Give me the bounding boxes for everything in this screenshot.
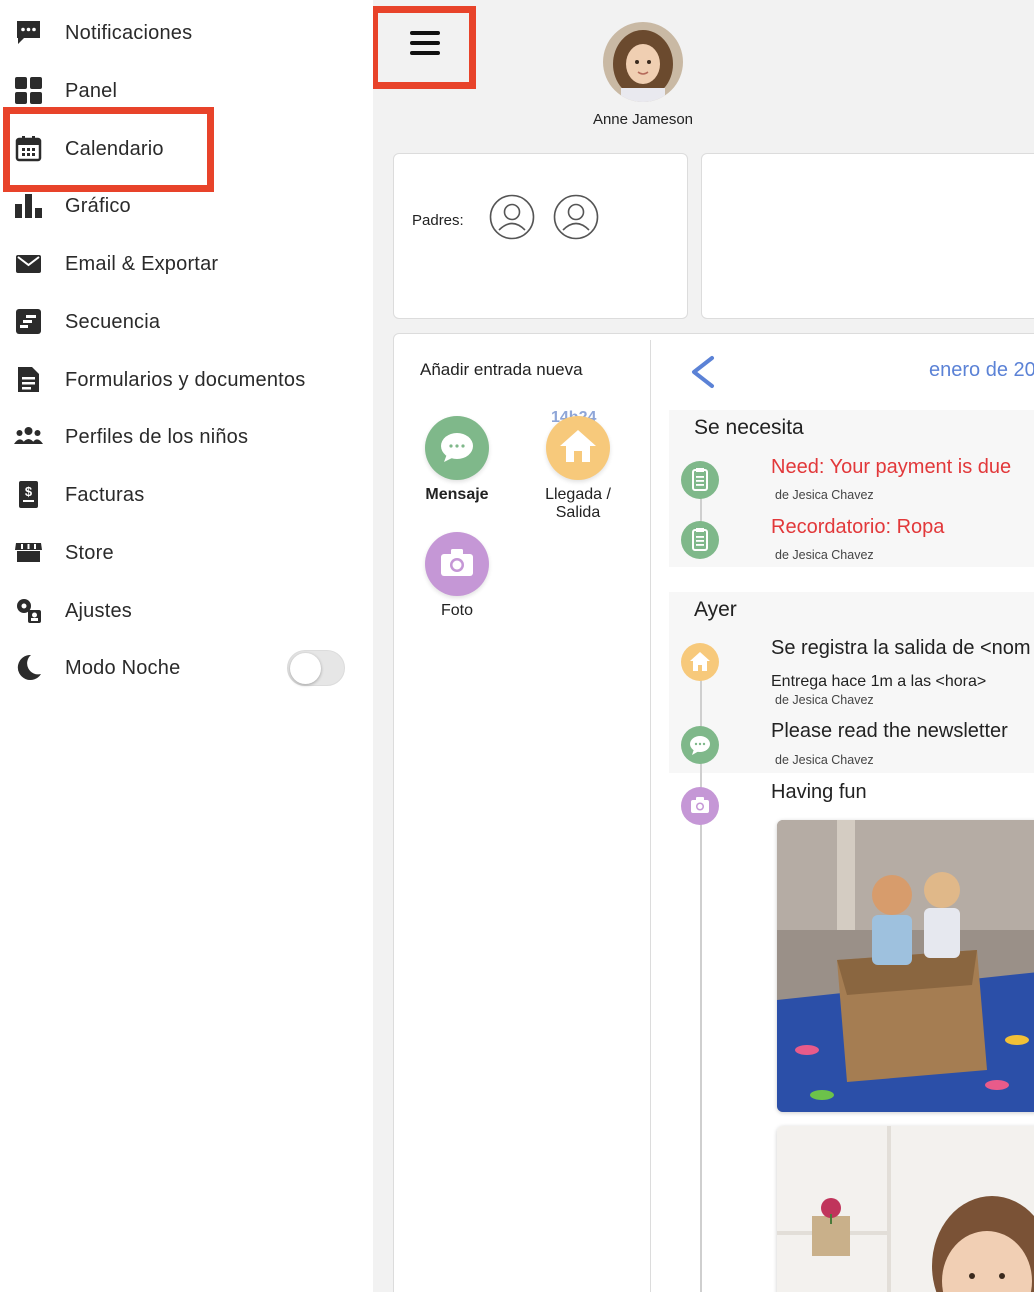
sequence-icon (16, 309, 41, 334)
sidebar-item-label: Notificaciones (65, 21, 193, 44)
sidebar: Notificaciones Panel Calendario Gráfico (0, 0, 373, 1292)
svg-text:$: $ (25, 484, 33, 499)
action-label: Llegada / Salida (545, 486, 611, 521)
entry-author: de Jesica Chavez (775, 693, 874, 707)
sidebar-item-ajustes[interactable]: Ajustes (0, 586, 373, 636)
chat-bubble-icon (17, 21, 40, 44)
dashboard-grid-icon (15, 77, 42, 104)
entry-title[interactable]: Se registra la salida de <nom (771, 637, 1031, 660)
invoice-icon: $ (19, 481, 38, 508)
section-title: Se necesita (694, 416, 804, 439)
entry-title[interactable]: Need: Your payment is due (771, 456, 1011, 479)
add-photo-button[interactable]: Foto (417, 532, 497, 620)
bar-chart-icon (15, 194, 42, 218)
sidebar-item-secuencia[interactable]: Secuencia (0, 297, 373, 347)
clipboard-icon (681, 461, 719, 499)
sidebar-item-label: Email & Exportar (65, 252, 219, 275)
house-icon (546, 416, 610, 480)
sidebar-item-store[interactable]: Store (0, 528, 373, 578)
document-icon (18, 367, 39, 392)
highlight-box-menu (373, 6, 476, 89)
action-label: Mensaje (425, 486, 489, 503)
sidebar-item-facturas[interactable]: $ Facturas (0, 470, 373, 520)
child-name: Anne Jameson (592, 111, 694, 128)
entry-title[interactable]: Recordatorio: Ropa (771, 516, 944, 539)
panel-divider (650, 340, 651, 1292)
entry-title[interactable]: Having fun (771, 781, 867, 804)
camera-icon (681, 787, 719, 825)
add-entry-title: Añadir entrada nueva (420, 360, 583, 379)
sidebar-item-notificaciones[interactable]: Notificaciones (0, 8, 373, 58)
sidebar-item-email-exportar[interactable]: Email & Exportar (0, 239, 373, 289)
sidebar-item-label: Gráfico (65, 194, 131, 217)
entry-author: de Jesica Chavez (775, 548, 874, 562)
month-label[interactable]: enero de 20 (929, 359, 1034, 382)
entry-photo[interactable] (777, 1126, 1034, 1292)
night-mode-toggle[interactable] (287, 650, 345, 686)
clipboard-icon (681, 521, 719, 559)
envelope-icon (16, 255, 41, 273)
store-icon (15, 543, 42, 562)
group-icon (14, 427, 43, 444)
main-content: Anne Jameson Padres: Añadir entrada nuev… (373, 0, 1034, 1292)
entry-photo[interactable] (777, 820, 1034, 1112)
sidebar-item-label: Facturas (65, 483, 145, 506)
message-icon (425, 416, 489, 480)
sidebar-item-perfiles[interactable]: Perfiles de los niños (0, 412, 373, 462)
action-label: Foto (440, 602, 473, 619)
entry-title[interactable]: Please read the newsletter (771, 720, 1008, 743)
highlight-box-calendario (3, 107, 214, 192)
sidebar-item-label: Modo Noche (65, 656, 181, 679)
sidebar-item-label: Panel (65, 79, 118, 102)
toggle-knob (290, 653, 321, 684)
section-title: Ayer (694, 598, 737, 621)
sidebar-item-label: Formularios y documentos (65, 368, 306, 391)
camera-icon (425, 532, 489, 596)
sidebar-item-label: Store (65, 541, 114, 564)
sidebar-item-formularios[interactable]: Formularios y documentos (0, 355, 373, 405)
parents-label: Padres: (412, 212, 464, 229)
chevron-left-icon[interactable] (688, 355, 718, 389)
message-icon (681, 726, 719, 764)
add-message-button[interactable]: Mensaje (417, 416, 497, 504)
info-card (701, 153, 1034, 319)
add-arrival-departure-button[interactable]: Llegada / Salida (533, 416, 623, 522)
entry-subtitle: Entrega hace 1m a las <hora> (771, 673, 987, 690)
sidebar-item-label: Ajustes (65, 599, 132, 622)
moon-icon (17, 654, 41, 680)
parent-avatar-icon[interactable] (553, 194, 599, 240)
settings-icon (17, 599, 41, 623)
parent-avatar-icon[interactable] (489, 194, 535, 240)
sidebar-item-label: Secuencia (65, 310, 161, 333)
entry-author: de Jesica Chavez (775, 753, 874, 767)
parents-card: Padres: (393, 153, 688, 319)
sidebar-item-label: Perfiles de los niños (65, 425, 249, 448)
child-avatar[interactable] (603, 22, 683, 102)
house-icon (681, 643, 719, 681)
entry-author: de Jesica Chavez (775, 488, 874, 502)
